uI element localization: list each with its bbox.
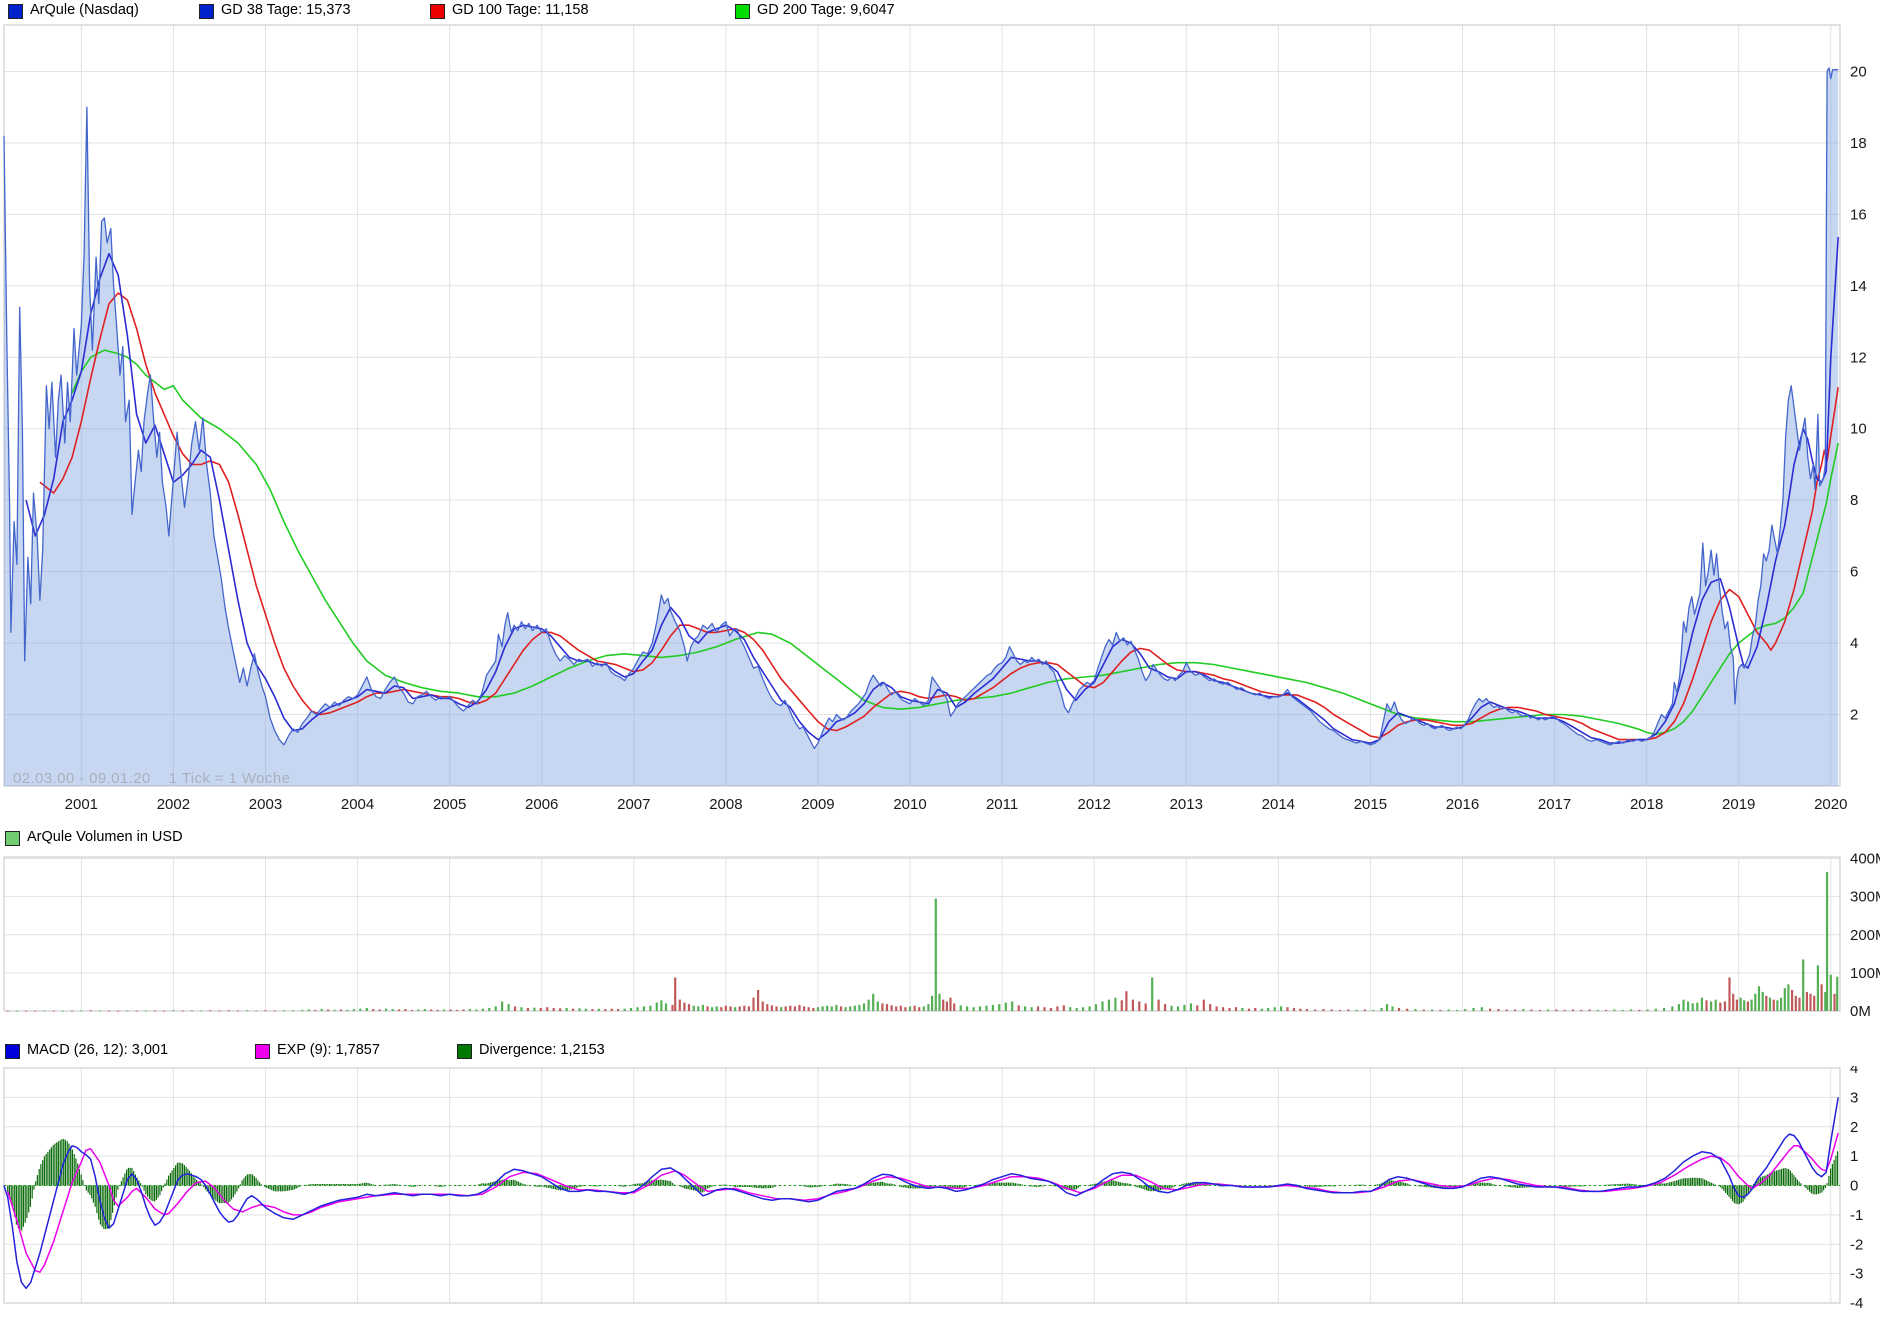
volume-series-label: ArQule Volumen in USD <box>27 829 183 845</box>
exp-series-swatch <box>255 1044 270 1059</box>
volume-chart[interactable]: 0M 100M 200M 300M 400M <box>0 852 1880 1017</box>
x-axis-label: 2014 <box>1262 796 1295 813</box>
divergence-series-swatch <box>457 1044 472 1059</box>
x-axis-label: 2008 <box>709 796 742 813</box>
y-axis-label: 1 <box>1850 1148 1858 1165</box>
x-axis-label: 2010 <box>893 796 926 813</box>
y-axis-label: -3 <box>1850 1266 1863 1283</box>
y-axis-label: 6 <box>1850 564 1858 581</box>
y-axis-label: -4 <box>1850 1295 1863 1312</box>
x-axis-label: 2003 <box>249 796 282 813</box>
x-axis-label: 2020 <box>1814 796 1847 813</box>
y-axis-label: -2 <box>1850 1236 1863 1253</box>
y-axis-label: 18 <box>1850 135 1867 152</box>
x-axis-label: 2012 <box>1077 796 1110 813</box>
y-axis-label: 0 <box>1850 1178 1858 1195</box>
x-axis-label: 2017 <box>1538 796 1571 813</box>
watermark-date-range: 02.03.00 - 09.01.20 <box>13 770 151 787</box>
y-axis-label: 10 <box>1850 421 1867 438</box>
divergence-series-label: Divergence: 1,2153 <box>479 1042 605 1058</box>
y-axis-label: 4 <box>1850 635 1858 652</box>
macd-chart[interactable]: 4 3 2 1 0 -1 -2 -3 -4 <box>0 1066 1880 1324</box>
y-axis-label: 0M <box>1850 1003 1871 1017</box>
x-axis-label: 2019 <box>1722 796 1755 813</box>
x-axis-label: 2016 <box>1446 796 1479 813</box>
x-axis-label: 2006 <box>525 796 558 813</box>
x-axis-label: 2013 <box>1170 796 1203 813</box>
x-axis-label: 2002 <box>157 796 190 813</box>
y-axis-label: 20 <box>1850 63 1867 80</box>
exp-series-label: EXP (9): 1,7857 <box>277 1042 380 1058</box>
y-axis-label: 4 <box>1850 1066 1858 1077</box>
y-axis-label: 2 <box>1850 1119 1858 1136</box>
macd-series-swatch <box>5 1044 20 1059</box>
y-axis-label: 12 <box>1850 349 1867 366</box>
y-axis-label: 400M <box>1850 852 1880 868</box>
macd-series-label: MACD (26, 12): 3,001 <box>27 1042 168 1058</box>
chart-watermark: 02.03.00 - 09.01.20 1 Tick = 1 Woche <box>13 770 308 787</box>
y-axis-label: 8 <box>1850 492 1858 509</box>
volume-legend: ArQule Volumen in USD <box>0 828 1880 850</box>
y-axis-label: 3 <box>1850 1089 1858 1106</box>
y-axis-label: 2 <box>1850 707 1858 724</box>
x-axis-label: 2007 <box>617 796 650 813</box>
volume-series-swatch <box>5 831 20 846</box>
y-axis-label: 16 <box>1850 206 1867 223</box>
x-axis-label: 2001 <box>65 796 98 813</box>
x-axis-label: 2018 <box>1630 796 1663 813</box>
macd-legend: MACD (26, 12): 3,001 EXP (9): 1,7857 Div… <box>0 1041 1880 1063</box>
watermark-tick-info: 1 Tick = 1 Woche <box>169 770 291 787</box>
x-axis-label: 2004 <box>341 796 374 813</box>
x-axis-label: 2011 <box>986 796 1018 813</box>
x-axis-label: 2005 <box>433 796 466 813</box>
y-axis-label: 14 <box>1850 278 1867 295</box>
y-axis-label: 300M <box>1850 889 1880 906</box>
price-chart[interactable]: 2 4 6 8 10 12 14 16 18 20 2001 2002 2003 2004 2005 2006… <box>0 0 1880 825</box>
x-axis-label: 2009 <box>801 796 834 813</box>
y-axis-label: 200M <box>1850 927 1880 944</box>
y-axis-label: -1 <box>1850 1207 1863 1224</box>
x-axis-label: 2015 <box>1354 796 1387 813</box>
y-axis-label: 100M <box>1850 965 1880 982</box>
